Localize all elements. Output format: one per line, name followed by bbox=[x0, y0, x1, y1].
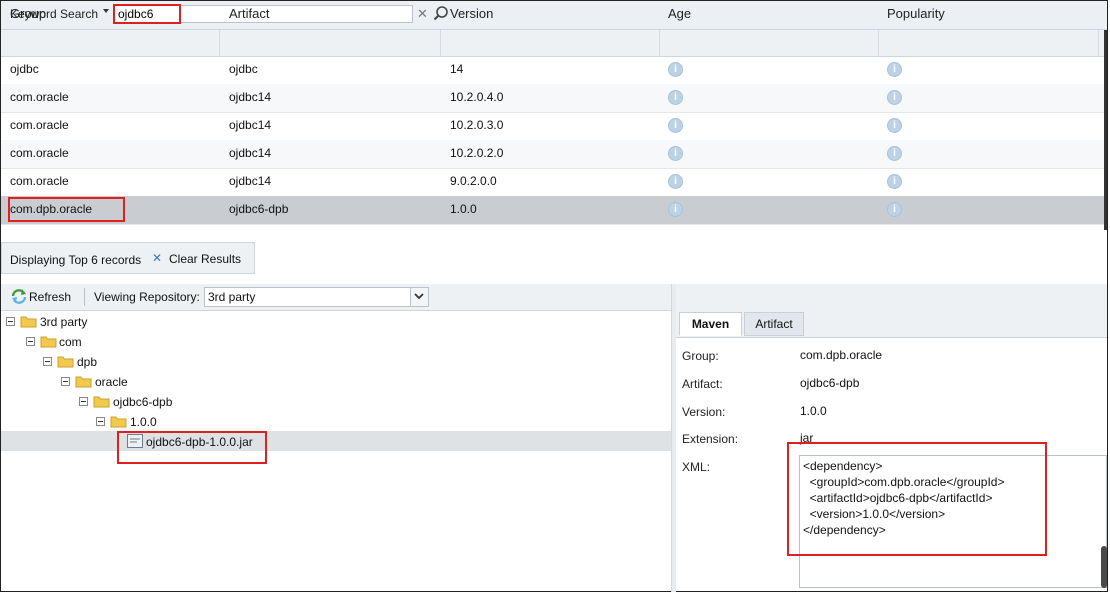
grid-header bbox=[1, 30, 1107, 57]
collapse-icon[interactable] bbox=[96, 417, 105, 426]
table-row-selected[interactable] bbox=[1, 196, 1107, 225]
refresh-button[interactable]: Refresh bbox=[29, 290, 71, 304]
cell-version: 14 bbox=[450, 62, 464, 76]
tab-maven[interactable]: Maven bbox=[679, 312, 742, 336]
folder-icon bbox=[20, 316, 37, 328]
cell-version: 1.0.0 bbox=[450, 202, 477, 216]
xml-label: XML: bbox=[682, 460, 711, 474]
cell-version: 9.0.2.0.0 bbox=[450, 174, 497, 188]
annotation-highlight bbox=[113, 4, 181, 24]
cell-group: ojdbc bbox=[10, 62, 39, 76]
version-label: Version: bbox=[682, 405, 726, 419]
folder-icon bbox=[93, 396, 110, 408]
annotation-highlight bbox=[787, 442, 1047, 556]
close-icon[interactable]: ✕ bbox=[152, 251, 162, 265]
column-divider[interactable] bbox=[878, 30, 879, 56]
table-row[interactable] bbox=[1, 140, 1107, 169]
table-row[interactable] bbox=[1, 84, 1107, 113]
column-header-version[interactable]: Version bbox=[450, 6, 493, 21]
tree-node-ojdbc6-dpb[interactable]: ojdbc6-dpb bbox=[113, 395, 172, 409]
column-divider[interactable] bbox=[219, 30, 220, 56]
table-row[interactable] bbox=[1, 168, 1107, 197]
column-header-artifact[interactable]: Artifact bbox=[229, 6, 269, 21]
table-row[interactable] bbox=[1, 112, 1107, 141]
repository-select-value[interactable]: 3rd party bbox=[208, 290, 255, 304]
annotation-highlight bbox=[117, 431, 267, 464]
cell-artifact: ojdbc14 bbox=[229, 90, 272, 104]
collapse-icon[interactable] bbox=[79, 397, 88, 406]
cell-artifact: ojdbc bbox=[229, 62, 258, 76]
age-info-icon[interactable]: i bbox=[668, 62, 683, 77]
repository-select-trigger[interactable] bbox=[410, 288, 428, 306]
folder-icon bbox=[57, 356, 74, 368]
folder-icon bbox=[75, 376, 92, 388]
tree-node-oracle[interactable]: oracle bbox=[95, 375, 128, 389]
column-header-group[interactable]: Group bbox=[10, 6, 46, 21]
column-divider[interactable] bbox=[440, 30, 441, 56]
chevron-down-icon[interactable] bbox=[103, 9, 109, 13]
table-row[interactable] bbox=[1, 56, 1107, 85]
age-info-icon[interactable]: i bbox=[668, 118, 683, 133]
age-info-icon[interactable]: i bbox=[668, 90, 683, 105]
popularity-info-icon[interactable]: i bbox=[887, 90, 902, 105]
cell-group: com.oracle bbox=[10, 90, 69, 104]
popularity-info-icon[interactable]: i bbox=[887, 62, 902, 77]
popularity-info-icon[interactable]: i bbox=[887, 174, 902, 189]
artifact-label: Artifact: bbox=[682, 377, 723, 391]
xml-scrollbar-thumb[interactable] bbox=[1101, 546, 1107, 588]
cell-artifact: ojdbc6-dpb bbox=[229, 202, 289, 216]
column-divider[interactable] bbox=[659, 30, 660, 56]
popularity-info-icon[interactable]: i bbox=[887, 118, 902, 133]
column-divider[interactable] bbox=[1098, 30, 1099, 56]
age-info-icon[interactable]: i bbox=[668, 146, 683, 161]
tree-node-dpb[interactable]: dpb bbox=[77, 355, 97, 369]
popularity-info-icon[interactable]: i bbox=[887, 202, 902, 217]
collapse-icon[interactable] bbox=[6, 317, 15, 326]
popularity-info-icon[interactable]: i bbox=[887, 146, 902, 161]
column-header-age[interactable]: Age bbox=[668, 6, 691, 21]
detail-panel-header bbox=[676, 284, 1107, 310]
collapse-icon[interactable] bbox=[26, 337, 35, 346]
annotation-highlight bbox=[8, 197, 125, 222]
folder-icon bbox=[40, 336, 57, 348]
artifact-value: ojdbc6-dpb bbox=[800, 376, 860, 390]
cell-artifact: ojdbc14 bbox=[229, 146, 272, 160]
grid-scrollbar-edge bbox=[1104, 30, 1107, 230]
clear-search-icon[interactable]: ✕ bbox=[417, 7, 428, 20]
toolbar-divider bbox=[84, 288, 85, 306]
collapse-icon[interactable] bbox=[43, 357, 52, 366]
cell-group: com.oracle bbox=[10, 146, 69, 160]
clear-results-button[interactable]: Clear Results bbox=[169, 252, 241, 266]
cell-group: com.oracle bbox=[10, 174, 69, 188]
group-label: Group: bbox=[682, 349, 719, 363]
cell-version: 10.2.0.2.0 bbox=[450, 146, 504, 160]
collapse-icon[interactable] bbox=[61, 377, 70, 386]
cell-group: com.oracle bbox=[10, 118, 69, 132]
age-info-icon[interactable]: i bbox=[668, 174, 683, 189]
age-info-icon[interactable]: i bbox=[668, 202, 683, 217]
tree-node-1-0-0[interactable]: 1.0.0 bbox=[130, 415, 157, 429]
group-value: com.dpb.oracle bbox=[800, 348, 883, 362]
tab-artifact[interactable]: Artifact bbox=[744, 312, 804, 336]
cell-version: 10.2.0.3.0 bbox=[450, 118, 504, 132]
tree-selected-row[interactable] bbox=[1, 431, 671, 451]
folder-icon bbox=[110, 416, 127, 428]
records-status: Displaying Top 6 records bbox=[10, 253, 142, 267]
column-header-popularity[interactable]: Popularity bbox=[887, 6, 945, 21]
repository-label: Viewing Repository: bbox=[94, 290, 200, 304]
version-value: 1.0.0 bbox=[800, 404, 827, 418]
search-icon[interactable] bbox=[431, 4, 451, 24]
cell-artifact: ojdbc14 bbox=[229, 118, 272, 132]
tree-node-3rd-party[interactable]: 3rd party bbox=[40, 315, 87, 329]
tree-node-com[interactable]: com bbox=[59, 335, 82, 349]
chevron-down-icon bbox=[414, 293, 424, 300]
cell-version: 10.2.0.4.0 bbox=[450, 90, 504, 104]
extension-label: Extension: bbox=[682, 432, 739, 446]
refresh-icon[interactable] bbox=[10, 288, 28, 304]
cell-artifact: ojdbc14 bbox=[229, 174, 272, 188]
